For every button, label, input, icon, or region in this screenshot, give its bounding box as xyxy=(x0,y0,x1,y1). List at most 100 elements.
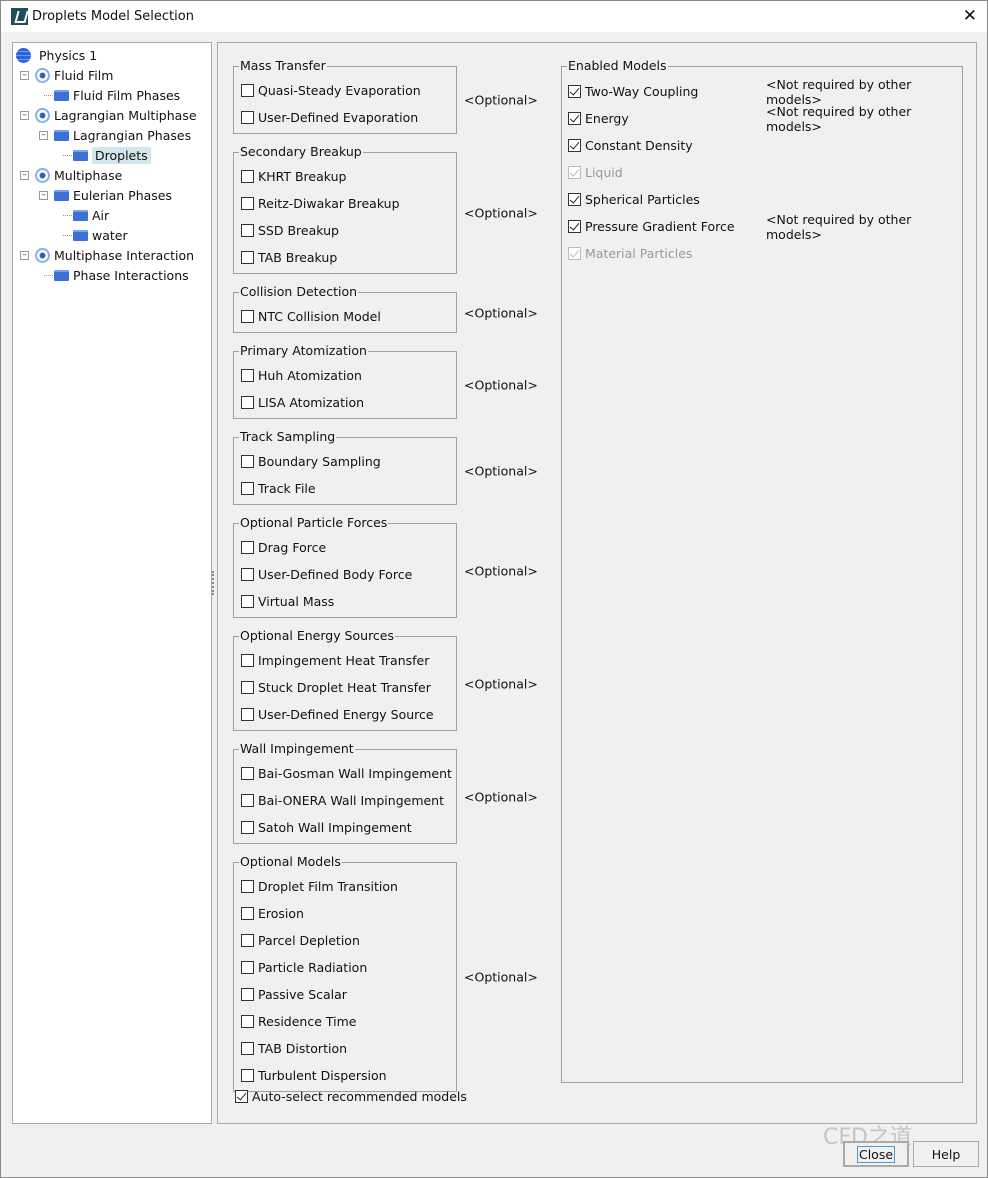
tree-item[interactable]: Eulerian Phases xyxy=(54,185,172,205)
model-checkbox[interactable]: TAB Breakup xyxy=(241,244,456,271)
checkbox[interactable] xyxy=(241,455,254,468)
checkbox[interactable] xyxy=(241,396,254,409)
model-checkbox[interactable]: Stuck Droplet Heat Transfer xyxy=(241,674,456,701)
model-group: Optional Models Droplet Film Transition Er… xyxy=(233,854,457,1092)
model-checkbox[interactable]: Track File xyxy=(241,475,456,502)
model-checkbox[interactable]: Droplet Film Transition xyxy=(241,873,456,900)
model-checkbox[interactable]: User-Defined Evaporation xyxy=(241,104,456,131)
model-checkbox[interactable]: Satoh Wall Impingement xyxy=(241,814,456,841)
tree-item[interactable]: Fluid Film Phases xyxy=(54,85,180,105)
checkbox[interactable] xyxy=(241,934,254,947)
checkbox[interactable] xyxy=(241,1015,254,1028)
model-checkbox[interactable]: Turbulent Dispersion xyxy=(241,1062,456,1089)
checkbox[interactable] xyxy=(568,139,581,152)
tree-item[interactable]: Lagrangian Multiphase xyxy=(35,105,197,125)
checkbox[interactable] xyxy=(568,220,581,233)
checkbox[interactable] xyxy=(241,595,254,608)
checkbox[interactable] xyxy=(241,1069,254,1082)
model-checkbox[interactable]: Reitz-Diwakar Breakup xyxy=(241,190,456,217)
checkbox[interactable] xyxy=(241,541,254,554)
model-checkbox[interactable]: Quasi-Steady Evaporation xyxy=(241,77,456,104)
enabled-model-checkbox[interactable]: Constant Density xyxy=(568,132,962,159)
checkbox[interactable] xyxy=(568,193,581,206)
checkbox[interactable] xyxy=(235,1090,248,1103)
expander-minus-icon[interactable]: – xyxy=(20,251,29,260)
checkbox[interactable] xyxy=(568,247,581,260)
model-checkbox[interactable]: Residence Time xyxy=(241,1008,456,1035)
checkbox[interactable] xyxy=(241,794,254,807)
help-label: Help xyxy=(931,1146,961,1162)
checkbox[interactable] xyxy=(241,197,254,210)
expander-minus-icon[interactable]: – xyxy=(20,71,29,80)
enabled-model-checkbox[interactable]: Spherical Particles xyxy=(568,186,962,213)
checkbox[interactable] xyxy=(241,708,254,721)
model-checkbox[interactable]: KHRT Breakup xyxy=(241,163,456,190)
checkbox[interactable] xyxy=(241,310,254,323)
checkbox[interactable] xyxy=(241,961,254,974)
checkbox[interactable] xyxy=(241,767,254,780)
model-group: Optional Energy Sources Impingement Heat … xyxy=(233,628,457,731)
model-checkbox[interactable]: Erosion xyxy=(241,900,456,927)
enabled-model-checkbox[interactable]: Energy <Not required by other models> xyxy=(568,104,962,134)
checkbox[interactable] xyxy=(241,251,254,264)
checkbox[interactable] xyxy=(568,166,581,179)
tree-item[interactable]: Multiphase Interaction xyxy=(35,245,194,265)
checkbox[interactable] xyxy=(241,568,254,581)
enabled-model-checkbox[interactable]: Liquid xyxy=(568,159,962,186)
model-checkbox[interactable]: SSD Breakup xyxy=(241,217,456,244)
model-checkbox[interactable]: Particle Radiation xyxy=(241,954,456,981)
expander-minus-icon[interactable]: – xyxy=(20,111,29,120)
help-button[interactable]: Help xyxy=(913,1141,979,1167)
checkbox[interactable] xyxy=(241,482,254,495)
model-label: Impingement Heat Transfer xyxy=(258,653,430,668)
enabled-model-checkbox[interactable]: Material Particles xyxy=(568,240,962,267)
checkbox[interactable] xyxy=(241,369,254,382)
checkbox[interactable] xyxy=(241,821,254,834)
expander-minus-icon[interactable]: – xyxy=(39,191,48,200)
checkbox[interactable] xyxy=(241,170,254,183)
checkbox[interactable] xyxy=(241,907,254,920)
checkbox[interactable] xyxy=(241,654,254,667)
enabled-model-checkbox[interactable]: Two-Way Coupling <Not required by other m… xyxy=(568,77,962,107)
model-label: SSD Breakup xyxy=(258,223,339,238)
model-checkbox[interactable]: NTC Collision Model xyxy=(241,303,456,330)
checkbox[interactable] xyxy=(241,1042,254,1055)
tree-item[interactable]: Fluid Film xyxy=(35,65,113,85)
splitter-handle[interactable] xyxy=(212,571,215,595)
model-checkbox[interactable]: Bai-ONERA Wall Impingement xyxy=(241,787,456,814)
close-button[interactable]: Close xyxy=(843,1141,909,1167)
close-icon[interactable]: ✕ xyxy=(963,6,977,26)
checkbox[interactable] xyxy=(568,112,581,125)
enabled-model-checkbox[interactable]: Pressure Gradient Force <Not required by … xyxy=(568,212,962,242)
checkbox[interactable] xyxy=(241,111,254,124)
model-checkbox[interactable]: User-Defined Energy Source xyxy=(241,701,456,728)
tree-item[interactable]: water xyxy=(73,225,128,245)
checkbox[interactable] xyxy=(241,988,254,1001)
tree-item[interactable]: Air xyxy=(73,205,109,225)
model-checkbox[interactable]: Drag Force xyxy=(241,534,456,561)
model-checkbox[interactable]: Boundary Sampling xyxy=(241,448,456,475)
model-checkbox[interactable]: Virtual Mass xyxy=(241,588,456,615)
tree-item[interactable]: Multiphase xyxy=(35,165,122,185)
checkbox[interactable] xyxy=(241,84,254,97)
tree-item[interactable]: Droplets xyxy=(73,145,151,165)
tree-item[interactable]: Lagrangian Phases xyxy=(54,125,191,145)
model-checkbox[interactable]: Huh Atomization xyxy=(241,362,456,389)
model-checkbox[interactable]: User-Defined Body Force xyxy=(241,561,456,588)
auto-select-checkbox[interactable]: Auto-select recommended models xyxy=(235,1089,467,1104)
model-checkbox[interactable]: Passive Scalar xyxy=(241,981,456,1008)
model-checkbox[interactable]: Impingement Heat Transfer xyxy=(241,647,456,674)
tree-item[interactable]: Phase Interactions xyxy=(54,265,189,285)
expander-minus-icon[interactable]: – xyxy=(39,131,48,140)
model-checkbox[interactable]: TAB Distortion xyxy=(241,1035,456,1062)
checkbox[interactable] xyxy=(241,880,254,893)
model-checkbox[interactable]: Bai-Gosman Wall Impingement xyxy=(241,760,456,787)
checkbox[interactable] xyxy=(568,85,581,98)
model-checkbox[interactable]: Parcel Depletion xyxy=(241,927,456,954)
model-label: NTC Collision Model xyxy=(258,309,381,324)
checkbox[interactable] xyxy=(241,681,254,694)
tree-item[interactable]: Physics 1 xyxy=(16,45,97,65)
expander-minus-icon[interactable]: – xyxy=(20,171,29,180)
checkbox[interactable] xyxy=(241,224,254,237)
model-checkbox[interactable]: LISA Atomization xyxy=(241,389,456,416)
